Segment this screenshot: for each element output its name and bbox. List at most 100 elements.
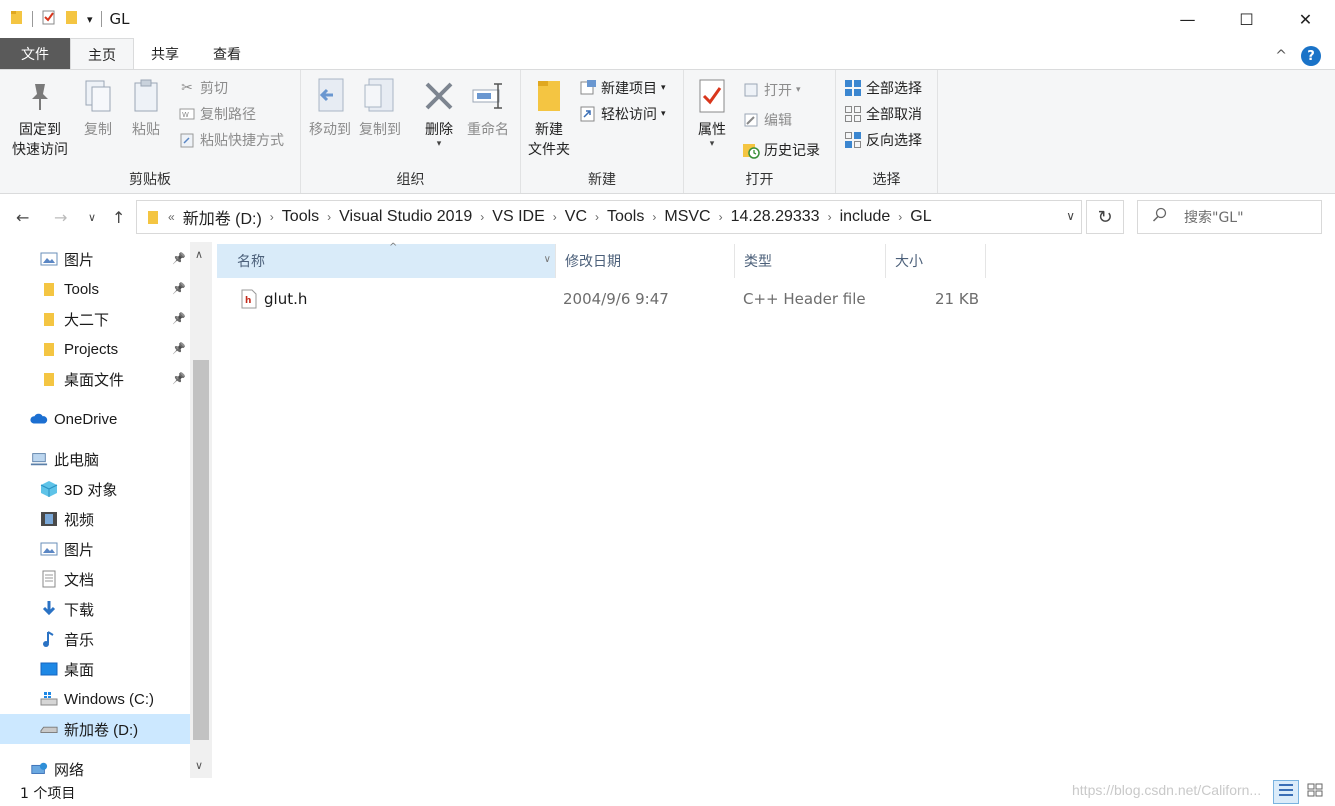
move-to-button[interactable]: 移动到	[307, 76, 353, 140]
sidebar-item[interactable]: 网络	[0, 754, 190, 778]
pin-icon[interactable]: 📌	[172, 282, 186, 295]
new-item-button[interactable]: 新建项目 ▾	[579, 76, 666, 100]
maximize-button[interactable]: ☐	[1217, 0, 1276, 38]
breadcrumb-item[interactable]: 14.28.29333	[731, 208, 820, 226]
scroll-down-icon[interactable]: ∨	[195, 759, 203, 772]
up-arrow-icon[interactable]: ↑	[112, 208, 125, 227]
address-bar[interactable]: « 新加卷 (D:) › Tools › Visual Studio 2019 › VS I…	[136, 200, 1082, 234]
address-dropdown-icon[interactable]: ∨	[1066, 209, 1075, 223]
breadcrumb-item[interactable]: include	[840, 208, 891, 226]
tab-home[interactable]: 主页	[70, 38, 134, 70]
breadcrumb-chevron-icon[interactable]: ›	[327, 210, 331, 224]
pin-icon[interactable]: 📌	[172, 252, 186, 265]
forward-arrow-icon[interactable]: →	[54, 208, 67, 227]
properties-button[interactable]: 属性 ▾	[690, 76, 734, 149]
breadcrumb-chevron-icon[interactable]: ›	[898, 210, 902, 224]
sidebar-item[interactable]: 图片	[0, 534, 190, 564]
paste-shortcut-button[interactable]: 粘贴快捷方式	[178, 128, 284, 152]
sidebar-item[interactable]: 音乐	[0, 624, 190, 654]
close-button[interactable]: ✕	[1276, 0, 1335, 38]
copy-to-button[interactable]: 复制到	[357, 76, 403, 140]
paste-button[interactable]: 粘贴	[126, 76, 166, 140]
column-header-name[interactable]: ^ 名称 ∨	[217, 242, 555, 278]
breadcrumb-item[interactable]: 新加卷 (D:)	[183, 205, 262, 229]
tab-share[interactable]: 共享	[134, 38, 196, 70]
recent-locations-chevron-icon[interactable]: ∨	[88, 211, 96, 224]
cut-button[interactable]: ✂ 剪切	[178, 76, 228, 100]
clipboard-group-label: 剪贴板	[129, 172, 171, 188]
rename-button[interactable]: 重命名	[463, 76, 513, 140]
breadcrumb-item[interactable]: MSVC	[664, 208, 710, 226]
sidebar-item[interactable]: 新加卷 (D:)	[0, 714, 190, 744]
tab-file[interactable]: 文件	[0, 38, 70, 70]
new-folder-button[interactable]: 新建 文件夹	[525, 76, 573, 160]
scrollbar-thumb[interactable]	[193, 360, 209, 740]
invert-selection-button[interactable]: 反向选择	[844, 128, 922, 152]
tab-view[interactable]: 查看	[196, 38, 258, 70]
breadcrumb-chevron-icon[interactable]: ›	[480, 210, 484, 224]
copy-path-button[interactable]: W 复制路径	[178, 102, 256, 126]
sidebar-item[interactable]: 3D 对象	[0, 474, 190, 504]
pin-to-quick-access-button[interactable]: 固定到 快速访问	[8, 76, 72, 160]
details-view-button[interactable]	[1273, 780, 1299, 804]
search-box[interactable]: 搜索"GL"	[1137, 200, 1322, 234]
history-button[interactable]: 历史记录	[742, 138, 820, 162]
column-header-modified[interactable]: 修改日期	[555, 244, 735, 278]
breadcrumb-chevron-icon[interactable]: ›	[652, 210, 656, 224]
breadcrumb-item[interactable]: VC	[565, 208, 587, 226]
sidebar-item[interactable]: 图片 📌	[0, 244, 190, 274]
sidebar-item[interactable]: 下载	[0, 594, 190, 624]
scroll-up-icon[interactable]: ∧	[195, 248, 203, 261]
breadcrumb-chevron-icon[interactable]: ›	[719, 210, 723, 224]
properties-dropdown-icon[interactable]: ▾	[710, 140, 715, 149]
minimize-button[interactable]: —	[1158, 0, 1217, 38]
breadcrumb-item[interactable]: Visual Studio 2019	[339, 208, 472, 226]
sidebar-item[interactable]: OneDrive	[0, 404, 190, 434]
address-overflow[interactable]: «	[168, 210, 175, 224]
pin-icon[interactable]: 📌	[172, 312, 186, 325]
pin-icon[interactable]: 📌	[172, 342, 186, 355]
sidebar-item[interactable]: Tools 📌	[0, 274, 190, 304]
pin-icon[interactable]: 📌	[172, 372, 186, 385]
column-header-type[interactable]: 类型	[734, 244, 885, 278]
sidebar-item[interactable]: 大二下 📌	[0, 304, 190, 334]
new-folder-quick-icon[interactable]	[65, 9, 79, 29]
large-icons-view-button[interactable]	[1302, 780, 1328, 804]
copy-button[interactable]: 复制	[78, 76, 118, 140]
select-all-button[interactable]: 全部选择	[844, 76, 922, 100]
breadcrumb-item[interactable]: VS IDE	[492, 208, 544, 226]
sidebar-item[interactable]: 桌面文件 📌	[0, 364, 190, 394]
back-arrow-icon[interactable]: ←	[16, 208, 29, 227]
breadcrumb-item[interactable]: Tools	[607, 208, 644, 226]
sidebar-item[interactable]: 文档	[0, 564, 190, 594]
quick-access-dropdown[interactable]: ▾	[87, 13, 93, 26]
table-row[interactable]: h glut.h 2004/9/6 9:47 C++ Header file 2…	[217, 284, 997, 314]
sidebar-item[interactable]: 视频	[0, 504, 190, 534]
select-none-button[interactable]: 全部取消	[844, 102, 922, 126]
breadcrumb-chevron-icon[interactable]: ›	[270, 210, 274, 224]
sidebar-item[interactable]: 此电脑	[0, 444, 190, 474]
network-icon	[30, 760, 48, 778]
search-input[interactable]: 搜索"GL"	[1184, 207, 1244, 227]
delete-button[interactable]: 删除 ▾	[419, 76, 459, 149]
help-icon[interactable]: ?	[1301, 46, 1321, 66]
edit-button[interactable]: 编辑	[742, 108, 792, 132]
column-filter-chevron-icon[interactable]: ∨	[544, 254, 551, 265]
sidebar-item[interactable]: Windows (C:)	[0, 684, 190, 714]
breadcrumb-item[interactable]: GL	[910, 208, 931, 226]
sidebar-item[interactable]: 桌面	[0, 654, 190, 684]
easy-access-button[interactable]: 轻松访问 ▾	[579, 102, 666, 126]
open-button[interactable]: 打开 ▾	[742, 78, 801, 102]
nav-scrollbar[interactable]: ∧ ∨	[190, 242, 212, 778]
breadcrumb-chevron-icon[interactable]: ›	[553, 210, 557, 224]
column-header-size[interactable]: 大小	[885, 244, 985, 278]
delete-dropdown-icon[interactable]: ▾	[437, 140, 442, 149]
breadcrumb-chevron-icon[interactable]: ›	[828, 210, 832, 224]
column-divider[interactable]	[985, 244, 986, 278]
properties-quick-icon[interactable]	[41, 9, 57, 29]
breadcrumb-chevron-icon[interactable]: ›	[595, 210, 599, 224]
breadcrumb-item[interactable]: Tools	[282, 208, 319, 226]
sidebar-item[interactable]: Projects 📌	[0, 334, 190, 364]
collapse-ribbon-icon[interactable]: ^	[1275, 48, 1287, 64]
refresh-button[interactable]: ↻	[1086, 200, 1124, 234]
